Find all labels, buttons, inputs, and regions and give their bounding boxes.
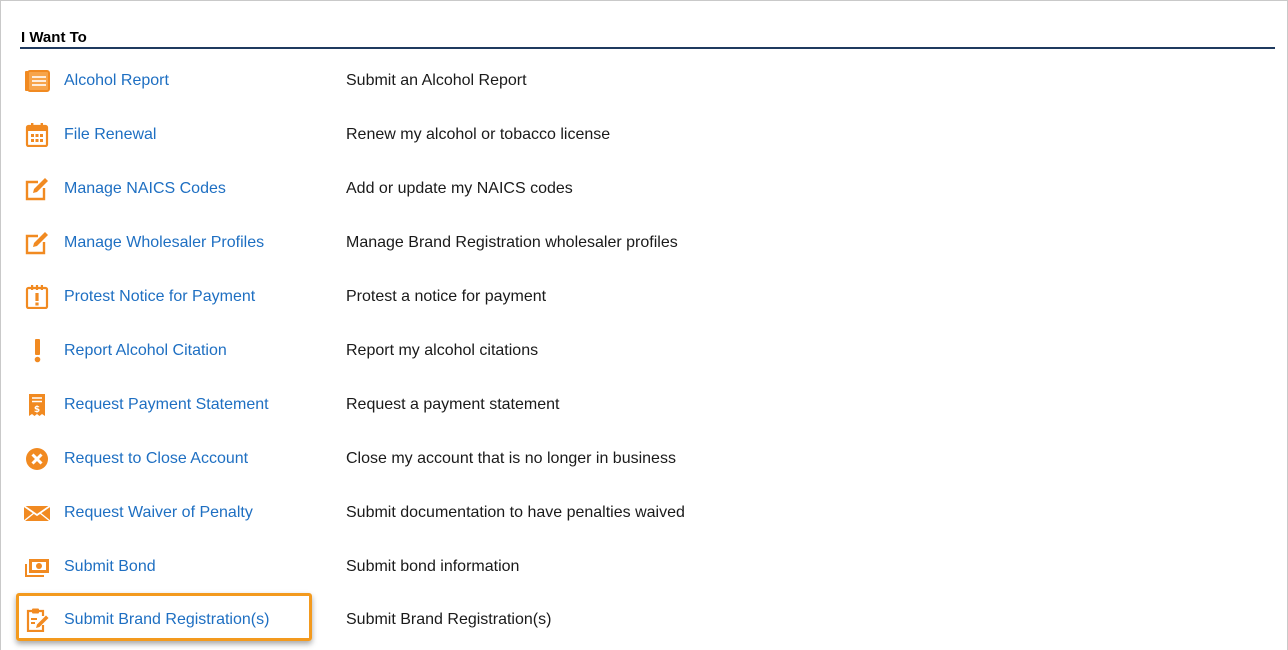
list-item: File Renewal Renew my alcohol or tobacco…	[20, 120, 1260, 150]
list-item: Report Alcohol Citation Report my alcoho…	[20, 336, 1260, 366]
panel-title: I Want To	[21, 29, 87, 46]
list-item: Protest Notice for Payment Protest a not…	[20, 282, 1260, 312]
protest-notice-for-payment-link[interactable]: Protest Notice for Payment	[64, 288, 255, 306]
report-alcohol-citation-link[interactable]: Report Alcohol Citation	[64, 342, 227, 360]
request-payment-statement-link[interactable]: Request Payment Statement	[64, 396, 269, 414]
i-want-to-panel: I Want To Alcohol Report Submit an Alcoh…	[0, 0, 1288, 650]
edit-pencil-icon	[24, 177, 50, 201]
item-description: Renew my alcohol or tobacco license	[346, 126, 611, 143]
item-description: Submit Brand Registration(s)	[346, 611, 552, 628]
item-description: Manage Brand Registration wholesaler pro…	[346, 234, 678, 251]
list-item: $ Request Payment Statement Request a pa…	[20, 390, 1260, 420]
file-renewal-link[interactable]: File Renewal	[64, 126, 156, 144]
item-description: Close my account that is no longer in bu…	[346, 450, 676, 467]
close-circle-icon	[24, 447, 50, 471]
item-description: Submit an Alcohol Report	[346, 72, 527, 89]
exclamation-icon	[24, 339, 50, 363]
item-description: Protest a notice for payment	[346, 288, 547, 305]
request-to-close-account-link[interactable]: Request to Close Account	[64, 450, 248, 468]
item-description: Add or update my NAICS codes	[346, 180, 573, 197]
svg-text:$: $	[34, 405, 40, 415]
request-waiver-of-penalty-link[interactable]: Request Waiver of Penalty	[64, 504, 253, 522]
list-item: Manage NAICS Codes Add or update my NAIC…	[20, 174, 1260, 204]
highlight-box	[16, 593, 312, 641]
manage-naics-codes-link[interactable]: Manage NAICS Codes	[64, 180, 226, 198]
item-description: Request a payment statement	[346, 396, 560, 413]
list-item: Request Waiver of Penalty Submit documen…	[20, 498, 1260, 528]
list-item: Alcohol Report Submit an Alcohol Report	[20, 66, 1260, 96]
list-item: Manage Wholesaler Profiles Manage Brand …	[20, 228, 1260, 258]
list-item: Submit Bond Submit bond information	[20, 552, 1260, 582]
item-description: Report my alcohol citations	[346, 342, 539, 359]
item-description: Submit bond information	[346, 558, 520, 575]
panel-header: I Want To	[20, 1, 1275, 49]
item-description: Submit documentation to have penalties w…	[346, 504, 685, 521]
document-lines-icon	[24, 69, 50, 93]
receipt-dollar-icon: $	[24, 393, 50, 417]
list-item: Request to Close Account Close my accoun…	[20, 444, 1260, 474]
submit-bond-link[interactable]: Submit Bond	[64, 558, 156, 576]
edit-pencil-icon	[24, 231, 50, 255]
alcohol-report-link[interactable]: Alcohol Report	[64, 72, 169, 90]
money-bill-icon	[24, 555, 50, 579]
calendar-icon	[24, 123, 50, 148]
envelope-icon	[23, 501, 51, 525]
manage-wholesaler-profiles-link[interactable]: Manage Wholesaler Profiles	[64, 234, 264, 252]
calendar-exclamation-icon	[24, 285, 50, 310]
